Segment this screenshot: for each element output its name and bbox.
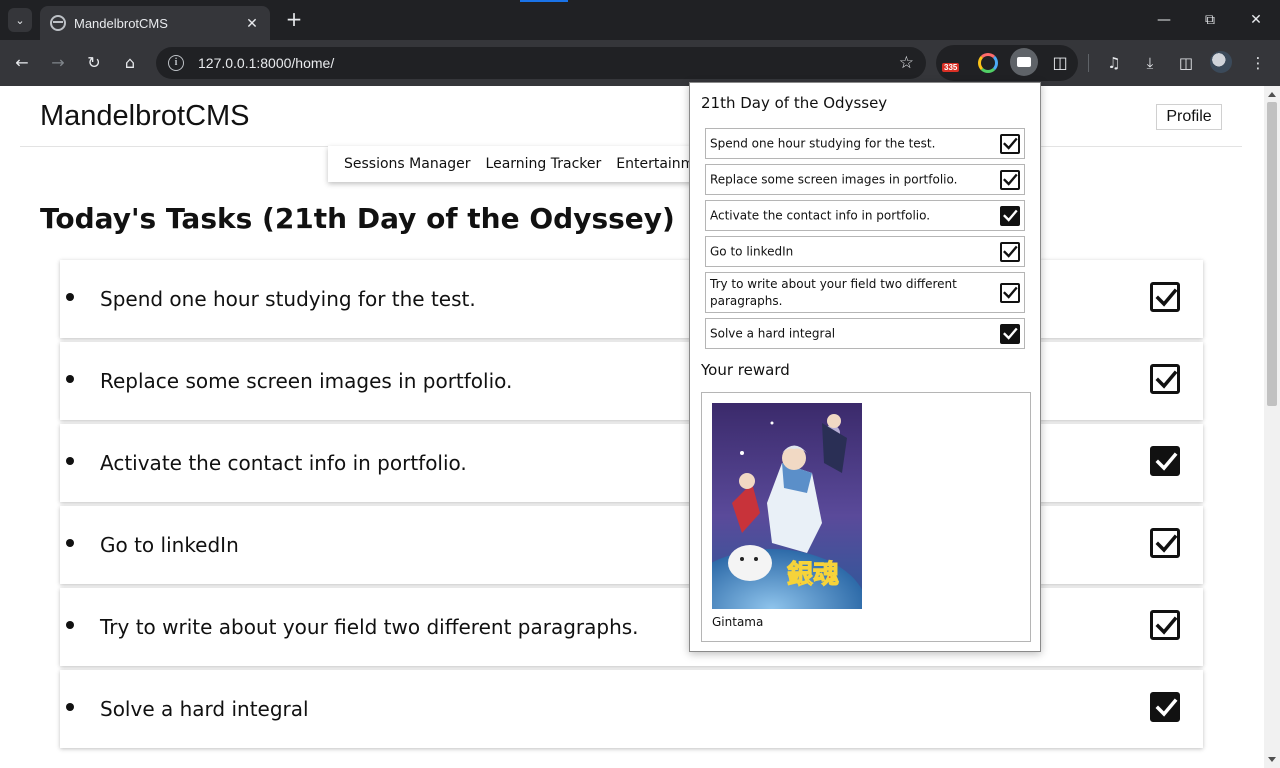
side-panel-icon[interactable]: ◫	[1174, 51, 1198, 75]
task-text: Go to linkedIn	[100, 533, 239, 557]
popup-task-checkbox[interactable]	[1000, 282, 1020, 303]
popup-task-checkbox[interactable]	[1000, 241, 1020, 262]
menu-kebab-icon[interactable]: ⋮	[1246, 51, 1270, 75]
new-tab-button[interactable]: +	[282, 8, 306, 32]
extension-badge-icon[interactable]: 335	[942, 53, 962, 73]
checkmark-icon	[1155, 616, 1178, 635]
reward-card: 銀魂 Gintama	[701, 392, 1031, 642]
popup-task-item: Replace some screen images in portfolio.	[705, 164, 1025, 195]
popup-task-text: Replace some screen images in portfolio.	[710, 172, 958, 186]
browser-tab[interactable]: MandelbrotCMS ✕	[40, 6, 270, 40]
extension-popup: 21th Day of the Odyssey Spend one hour s…	[689, 82, 1041, 652]
browser-toolbar: ← → ↻ ⌂ i 127.0.0.1:8000/home/ ☆ 335 ◫ ♫…	[0, 40, 1280, 86]
restore-icon[interactable]: ⧉	[1198, 8, 1222, 32]
popup-task-text: Activate the contact info in portfolio.	[710, 208, 931, 222]
window-close-icon[interactable]: ✕	[1244, 8, 1268, 32]
download-icon[interactable]: ⤓	[1138, 51, 1162, 75]
toolbar-divider	[1088, 54, 1089, 72]
site-brand[interactable]: MandelbrotCMS	[40, 100, 250, 133]
popup-task-item: Try to write about your field two differ…	[705, 272, 1025, 313]
web-page: MandelbrotCMS Profile Sessions Manager L…	[0, 86, 1264, 768]
checkmark-icon	[1003, 137, 1018, 150]
checkmark-icon	[1003, 286, 1018, 299]
checkmark-icon	[1003, 173, 1018, 186]
scroll-down-icon[interactable]	[1268, 757, 1276, 762]
task-text: Solve a hard integral	[100, 697, 309, 721]
forward-icon[interactable]: →	[46, 51, 70, 75]
globe-icon	[50, 15, 66, 31]
checkmark-icon	[1155, 288, 1178, 307]
popup-task-item: Activate the contact info in portfolio.	[705, 200, 1025, 231]
home-icon[interactable]: ⌂	[118, 51, 142, 75]
puzzle-extensions-icon[interactable]: ◫	[1050, 53, 1070, 73]
address-bar[interactable]: i 127.0.0.1:8000/home/ ☆	[156, 47, 926, 79]
popup-task-item: Spend one hour studying for the test.	[705, 128, 1025, 159]
bullet-icon	[66, 375, 74, 383]
bullet-icon	[66, 621, 74, 629]
checkmark-icon	[1155, 534, 1178, 553]
reward-caption: Gintama	[712, 615, 764, 629]
popup-task-checkbox[interactable]	[1000, 205, 1020, 226]
active-extension-icon[interactable]	[1010, 48, 1038, 76]
back-icon[interactable]: ←	[10, 51, 34, 75]
popup-task-text: Solve a hard integral	[710, 326, 836, 340]
bullet-icon	[66, 457, 74, 465]
task-text: Spend one hour studying for the test.	[100, 287, 476, 311]
popup-title: 21th Day of the Odyssey	[701, 94, 888, 112]
popup-task-checkbox[interactable]	[1000, 133, 1020, 154]
page-scrollbar[interactable]	[1264, 86, 1280, 768]
bullet-icon	[66, 703, 74, 711]
extension-badge-count: 335	[942, 63, 960, 72]
popup-task-item: Solve a hard integral	[705, 318, 1025, 349]
media-control-icon[interactable]: ♫	[1102, 51, 1126, 75]
profile-avatar[interactable]	[1210, 51, 1232, 73]
task-text: Try to write about your field two differ…	[100, 615, 639, 639]
popup-task-text: Go to linkedIn	[710, 244, 794, 258]
checkmark-icon	[1003, 245, 1018, 258]
page-title: Today's Tasks (21th Day of the Odyssey)	[40, 202, 675, 235]
task-text: Activate the contact info in portfolio.	[100, 451, 467, 475]
checkmark-icon	[1155, 370, 1178, 389]
bookmark-star-icon[interactable]: ☆	[899, 53, 914, 73]
popup-task-checkbox[interactable]	[1000, 169, 1020, 190]
task-text: Replace some screen images in portfolio.	[100, 369, 513, 393]
task-checkbox[interactable]	[1150, 446, 1180, 476]
scroll-up-icon[interactable]	[1268, 92, 1276, 97]
main-menu: Sessions Manager Learning Tracker Entert…	[328, 146, 717, 182]
bullet-icon	[66, 539, 74, 547]
tab-search-icon[interactable]: ⌄	[8, 8, 32, 32]
bullet-icon	[66, 293, 74, 301]
reload-icon[interactable]: ↻	[82, 51, 106, 75]
checkmark-icon	[1003, 327, 1018, 340]
reward-poster-image[interactable]: 銀魂	[712, 403, 862, 609]
task-checkbox[interactable]	[1150, 610, 1180, 640]
extensions-group: 335 ◫	[936, 45, 1078, 81]
tab-drag-indicator	[520, 0, 568, 2]
checkmark-icon	[1003, 209, 1018, 222]
color-extension-icon[interactable]	[978, 53, 998, 73]
browser-tab-strip: ⌄ MandelbrotCMS ✕ + — ⧉ ✕	[0, 0, 1280, 40]
tab-close-icon[interactable]: ✕	[244, 15, 260, 32]
menu-learning-tracker[interactable]: Learning Tracker	[486, 156, 602, 172]
popup-task-text: Spend one hour studying for the test.	[710, 136, 936, 150]
site-info-icon[interactable]: i	[168, 55, 184, 71]
checkmark-icon	[1155, 698, 1178, 717]
popup-task-checkbox[interactable]	[1000, 323, 1020, 344]
task-checkbox[interactable]	[1150, 364, 1180, 394]
scroll-thumb[interactable]	[1267, 102, 1277, 406]
url-text[interactable]: 127.0.0.1:8000/home/	[198, 55, 899, 71]
task-checkbox[interactable]	[1150, 692, 1180, 722]
task-item: Solve a hard integral	[60, 670, 1203, 748]
popup-task-text: Try to write about your field two differ…	[710, 276, 957, 308]
minimize-icon[interactable]: —	[1152, 8, 1176, 32]
menu-sessions-manager[interactable]: Sessions Manager	[344, 156, 471, 172]
profile-button[interactable]: Profile	[1156, 104, 1222, 130]
popup-task-item: Go to linkedIn	[705, 236, 1025, 267]
checkmark-icon	[1155, 452, 1178, 471]
reward-title: Your reward	[701, 361, 790, 379]
svg-text:銀魂: 銀魂	[787, 560, 839, 590]
task-checkbox[interactable]	[1150, 528, 1180, 558]
tab-title: MandelbrotCMS	[74, 15, 168, 31]
task-checkbox[interactable]	[1150, 282, 1180, 312]
